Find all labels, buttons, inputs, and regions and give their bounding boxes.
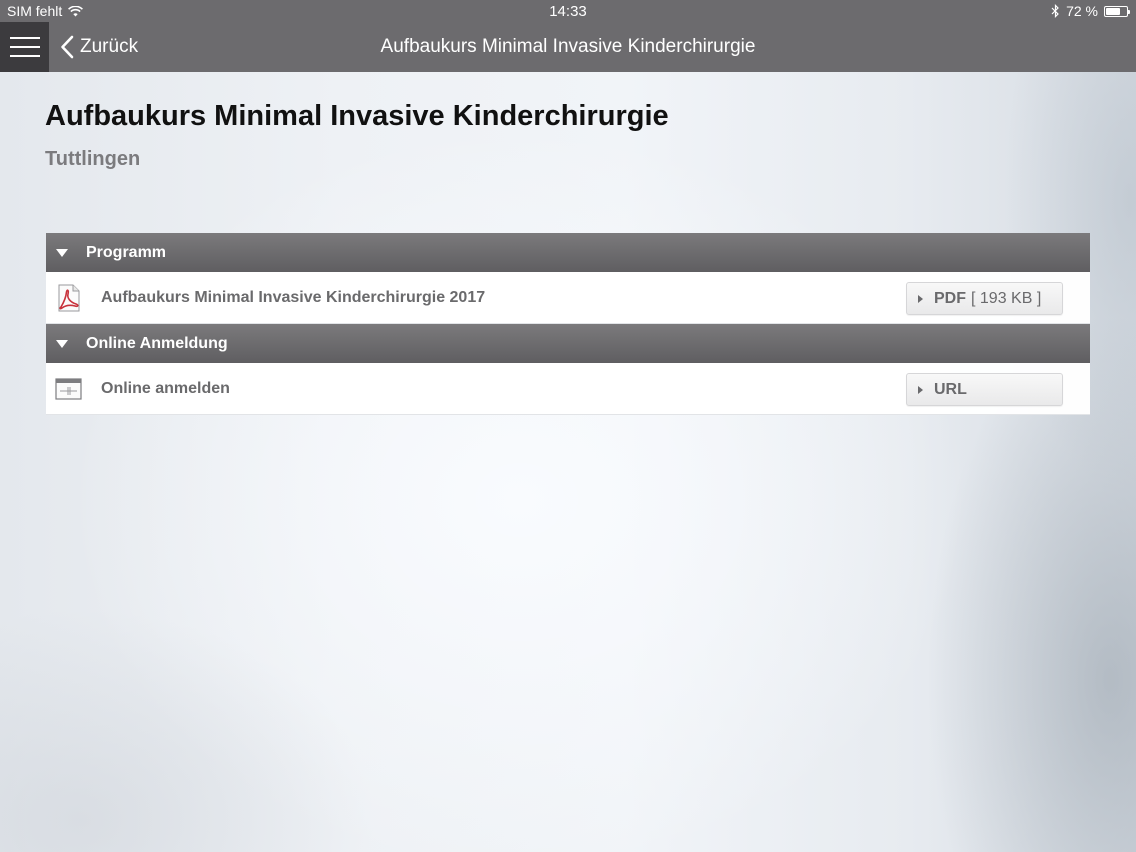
nav-bar: Zurück Aufbaukurs Minimal Invasive Kinde… bbox=[0, 22, 1136, 72]
page-subtitle: Tuttlingen bbox=[45, 148, 141, 170]
battery-percent: 72 % bbox=[1066, 3, 1098, 19]
status-bar: SIM fehlt 14:33 72 % bbox=[0, 0, 1136, 22]
page-title: Aufbaukurs Minimal Invasive Kinderchirur… bbox=[45, 100, 669, 132]
triangle-down-icon bbox=[56, 248, 68, 257]
hamburger-icon-line bbox=[9, 46, 40, 48]
play-arrow-icon bbox=[918, 294, 923, 303]
url-open-button[interactable]: URL bbox=[906, 373, 1063, 406]
hamburger-icon-line bbox=[9, 37, 40, 39]
button-type-label: URL bbox=[934, 380, 967, 398]
battery-level bbox=[1106, 7, 1121, 15]
chevron-left-icon bbox=[61, 35, 74, 59]
section-header-label: Online Anmeldung bbox=[86, 334, 228, 352]
status-right: 72 % bbox=[1051, 3, 1130, 19]
nav-title: Aufbaukurs Minimal Invasive Kinderchirur… bbox=[380, 36, 756, 57]
pdf-download-button[interactable]: PDF [ 193 KB ] bbox=[906, 282, 1063, 315]
battery-icon bbox=[1104, 5, 1130, 17]
pdf-icon bbox=[55, 284, 82, 311]
bluetooth-icon bbox=[1051, 4, 1059, 18]
section-header-online-anmeldung[interactable]: Online Anmeldung bbox=[46, 324, 1090, 363]
section-header-label: Programm bbox=[86, 243, 167, 261]
back-button[interactable]: Zurück bbox=[60, 22, 138, 72]
list-item-label: Aufbaukurs Minimal Invasive Kinderchirur… bbox=[101, 288, 486, 306]
resource-list: Programm Aufbaukurs Minimal Invasive Kin… bbox=[46, 233, 1090, 415]
back-button-label: Zurück bbox=[80, 36, 139, 57]
triangle-down-icon bbox=[56, 339, 68, 348]
status-time: 14:33 bbox=[549, 3, 587, 20]
top-bar: SIM fehlt 14:33 72 % Zurück Aufbaukurs M… bbox=[0, 0, 1136, 72]
section-header-programm[interactable]: Programm bbox=[46, 233, 1090, 272]
menu-button[interactable] bbox=[0, 22, 49, 72]
list-item-label: Online anmelden bbox=[101, 379, 230, 397]
file-size-label: [ 193 KB ] bbox=[971, 289, 1042, 307]
list-item-online-anmelden[interactable]: Online anmelden URL bbox=[46, 363, 1090, 415]
list-item-programm-pdf[interactable]: Aufbaukurs Minimal Invasive Kinderchirur… bbox=[46, 272, 1090, 324]
web-form-icon bbox=[55, 375, 82, 402]
button-type-label: PDF bbox=[934, 289, 966, 307]
play-arrow-icon bbox=[918, 385, 923, 394]
hamburger-icon-line bbox=[9, 55, 40, 57]
